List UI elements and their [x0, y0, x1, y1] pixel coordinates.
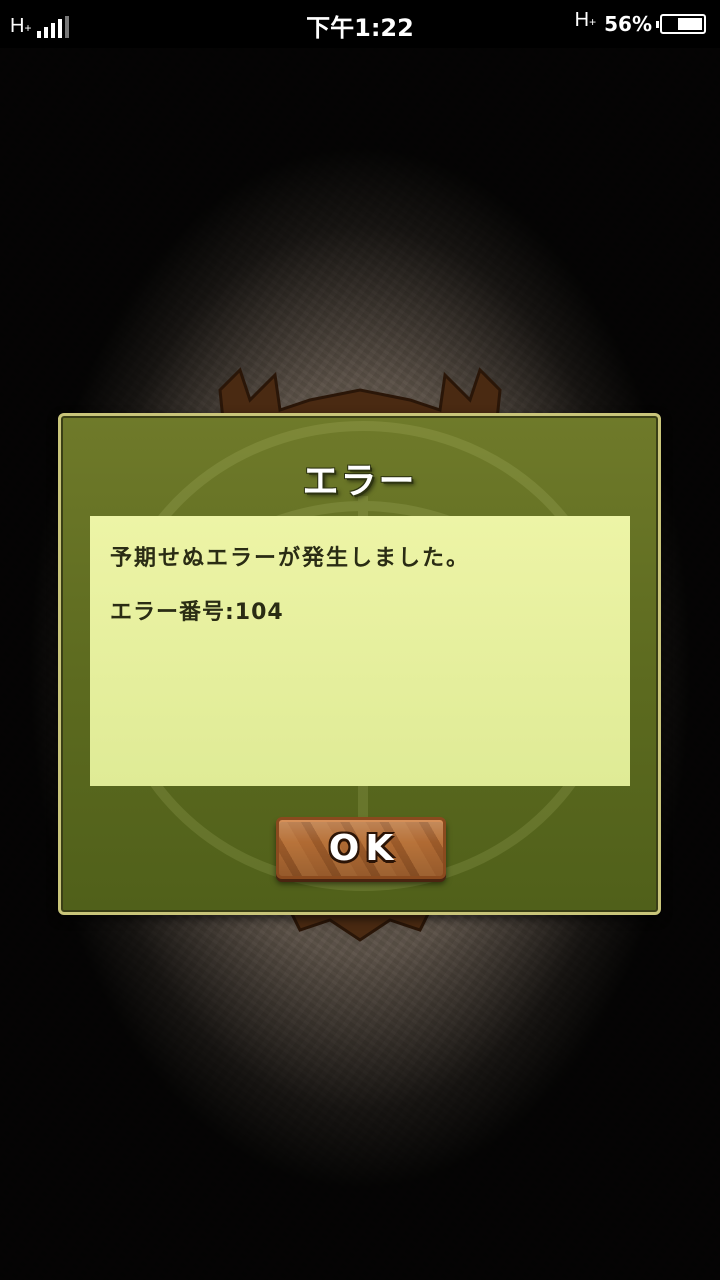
network-type-right: H+: [574, 8, 597, 31]
battery-fill: [678, 18, 702, 30]
message-box: 予期せぬエラーが発生しました。 エラー番号:104: [90, 516, 630, 786]
ok-button[interactable]: OK: [276, 817, 446, 879]
dialog-title: エラー: [302, 461, 417, 502]
battery-icon: [656, 14, 706, 34]
app-screen: H+ 下午1:22 H+ 56% エラー 予期せぬエラーが発生しました。 エラー…: [0, 0, 720, 1280]
battery-percent: 56%: [604, 12, 652, 36]
ok-button-label: OK: [328, 827, 400, 869]
error-dialog: エラー 予期せぬエラーが発生しました。 エラー番号:104 OK: [58, 413, 661, 915]
status-bar: H+ 下午1:22 H+ 56%: [0, 0, 720, 48]
status-right: H+ 56%: [574, 8, 706, 38]
error-message: 予期せぬエラーが発生しました。: [110, 546, 471, 571]
error-code: エラー番号:104: [110, 600, 284, 625]
